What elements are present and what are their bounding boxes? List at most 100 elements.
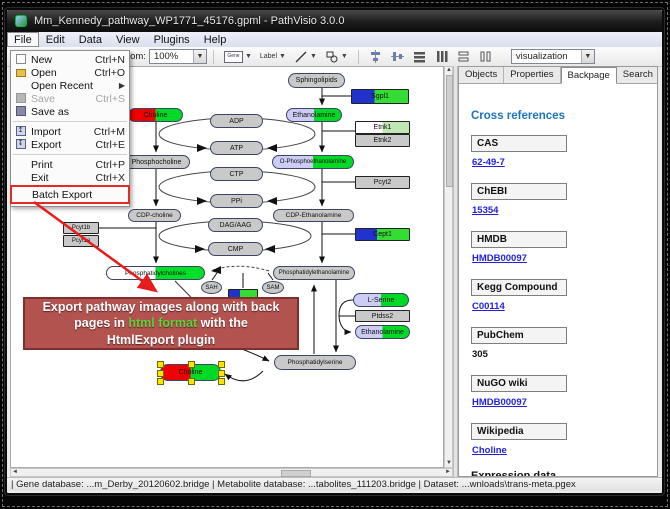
- xref-link[interactable]: C00114: [472, 301, 505, 312]
- chevron-down-icon[interactable]: ▼: [310, 53, 317, 60]
- menu-item-export[interactable]: ↧ExportCtrl+E: [11, 138, 129, 151]
- pathway-node-dag-aag[interactable]: DAG/AAG: [208, 218, 263, 232]
- menu-item-print[interactable]: PrintCtrl+P: [11, 158, 129, 171]
- menu-item-open-recent[interactable]: Open Recent▶: [11, 79, 129, 92]
- chevron-down-icon[interactable]: ▼: [581, 50, 594, 63]
- menu-item-shortcut: Ctrl+M: [94, 126, 125, 138]
- xref-link[interactable]: Choline: [472, 445, 507, 456]
- pathway-node-ethanolamine[interactable]: Ethanolamine: [355, 325, 410, 339]
- pathway-node-phosphatidylethanolamine[interactable]: Phosphatidylethanolamine: [273, 266, 355, 280]
- visualization-combobox[interactable]: visualization ▼: [511, 49, 595, 64]
- stack-vertical-button[interactable]: [455, 49, 473, 64]
- pathway-node-atp[interactable]: ATP: [210, 141, 263, 155]
- menu-item-new[interactable]: NewCtrl+N: [11, 53, 129, 66]
- selection-handle[interactable]: [188, 378, 195, 385]
- menu-item-open[interactable]: OpenCtrl+O: [11, 66, 129, 79]
- menu-data[interactable]: Data: [72, 32, 109, 47]
- pathway-node-ctp[interactable]: CTP: [210, 167, 263, 181]
- pathway-node-pcyt1b[interactable]: Pcyt1b: [63, 222, 99, 234]
- pathway-node-phosphocholine[interactable]: Phosphocholine: [123, 155, 190, 169]
- distribute-horizontal-button[interactable]: [411, 49, 429, 64]
- menu-file[interactable]: File: [7, 32, 39, 47]
- pathway-node-sam[interactable]: SAM: [262, 281, 284, 294]
- menu-item-label: Open Recent: [31, 80, 113, 92]
- pathway-node-ptdss2[interactable]: Ptdss2: [355, 310, 410, 322]
- align-center-x-icon: [369, 50, 383, 64]
- vertical-scroll-thumb[interactable]: [446, 75, 453, 187]
- tab-properties[interactable]: Properties: [504, 67, 560, 83]
- pathway-node-cdp-ethanolamine[interactable]: CDP-Ethanolamine: [273, 209, 354, 222]
- pathway-node-ethanolamine[interactable]: Ethanolamine: [286, 108, 342, 122]
- canvas-vertical-scrollbar[interactable]: ▲ ▼: [444, 66, 453, 468]
- xref-link[interactable]: HMDB00097: [472, 253, 527, 264]
- tab-objects[interactable]: Objects: [459, 67, 504, 83]
- title-bar[interactable]: Mm_Kennedy_pathway_WP1771_45176.gpml - P…: [7, 10, 662, 33]
- distribute-vertical-button[interactable]: [433, 49, 451, 64]
- chevron-down-icon[interactable]: ▼: [341, 53, 348, 60]
- pathway-node-cdp-choline[interactable]: CDP-choline: [128, 209, 181, 222]
- canvas-horizontal-scrollbar[interactable]: ◄ ►: [10, 468, 453, 477]
- menu-item-label: New: [31, 54, 89, 66]
- pathvisio-window: Mm_Kennedy_pathway_WP1771_45176.gpml - P…: [5, 8, 664, 495]
- annotation-callout: Export pathway images along with back pa…: [23, 297, 299, 350]
- menu-item-save[interactable]: SaveCtrl+S: [11, 92, 129, 105]
- xref-source-name: PubChem: [471, 327, 567, 344]
- horizontal-scroll-thumb[interactable]: [281, 470, 311, 477]
- menu-item-exit[interactable]: ExitCtrl+X: [11, 171, 129, 184]
- pathway-node-phosphatidylcholines[interactable]: Phosphatidylcholines: [106, 266, 205, 280]
- pathway-node-ppi[interactable]: PPi: [210, 194, 263, 208]
- xref-link[interactable]: HMDB00097: [472, 397, 527, 408]
- label-tool-button[interactable]: Label ▼: [258, 49, 288, 64]
- zoom-combobox[interactable]: 100% ▼: [149, 49, 207, 64]
- pathway-node-sgpl1[interactable]: Sgpl1: [351, 89, 409, 104]
- pathway-node-etnk1[interactable]: Etnk1: [355, 121, 410, 134]
- tab-backpage[interactable]: Backpage: [561, 67, 617, 84]
- chevron-down-icon[interactable]: ▼: [279, 53, 286, 60]
- pathway-node-pcyt1a[interactable]: Pcyt1a: [63, 235, 99, 247]
- pathway-node-l-serine[interactable]: L-Serine: [353, 293, 409, 307]
- menu-item-label: Print: [31, 159, 90, 171]
- line-tool-button[interactable]: ▼: [292, 49, 319, 64]
- menu-view[interactable]: View: [109, 32, 147, 47]
- selection-handle[interactable]: [157, 378, 164, 385]
- saveas-icon: [16, 106, 26, 116]
- menu-item-label: Save: [31, 93, 90, 105]
- menu-help[interactable]: Help: [197, 32, 234, 47]
- toolbar-separator: [358, 50, 359, 64]
- menu-item-import[interactable]: ↥ImportCtrl+M: [11, 125, 129, 138]
- pathway-node-pcyt2[interactable]: Pcyt2: [355, 176, 410, 189]
- menu-item-batch-export[interactable]: Batch Export: [10, 185, 130, 204]
- tab-search[interactable]: Search: [617, 67, 658, 83]
- selection-handle[interactable]: [157, 361, 164, 368]
- pathway-node-cmp[interactable]: CMP: [208, 242, 263, 256]
- pathway-node-etnk2[interactable]: Etnk2: [355, 134, 410, 147]
- selection-handle[interactable]: [218, 361, 225, 368]
- datanode-tool-button[interactable]: Gene ▼: [222, 49, 254, 64]
- distribute-horizontal-icon: [413, 50, 427, 64]
- xref-section: WikipediaCholine: [471, 423, 645, 458]
- align-center-y-button[interactable]: [389, 49, 407, 64]
- xref-link[interactable]: 15354: [472, 205, 498, 216]
- pathway-node-sphingolipids[interactable]: Sphingolipids: [288, 73, 345, 88]
- menu-item-label: Import: [31, 126, 88, 138]
- chevron-down-icon[interactable]: ▼: [193, 50, 206, 63]
- menu-plugins[interactable]: Plugins: [147, 32, 197, 47]
- selection-handle[interactable]: [218, 378, 225, 385]
- menu-edit[interactable]: Edit: [39, 32, 72, 47]
- pathway-node-cept1[interactable]: Cept1: [355, 228, 410, 241]
- pathway-node-adp[interactable]: ADP: [210, 114, 263, 128]
- pathway-node-choline[interactable]: Choline: [128, 108, 183, 122]
- pathway-node-phosphatidylserine[interactable]: Phosphatidylserine: [274, 355, 356, 370]
- toolbar-separator: [213, 50, 214, 64]
- pathway-node-sah[interactable]: SAH: [201, 281, 222, 294]
- xref-link[interactable]: 62-49-7: [472, 157, 505, 168]
- selection-handle[interactable]: [188, 361, 195, 368]
- chevron-down-icon[interactable]: ▼: [245, 53, 252, 60]
- selection-handle[interactable]: [157, 370, 164, 377]
- stack-horizontal-button[interactable]: [477, 49, 495, 64]
- selection-handle[interactable]: [218, 370, 225, 377]
- pathway-node-o-phosphoethanolamine[interactable]: O-Phosphoethanolamine: [272, 155, 354, 169]
- menu-item-save-as[interactable]: Save as: [11, 105, 129, 118]
- align-center-x-button[interactable]: [367, 49, 385, 64]
- shape-tool-button[interactable]: ▼: [323, 49, 350, 64]
